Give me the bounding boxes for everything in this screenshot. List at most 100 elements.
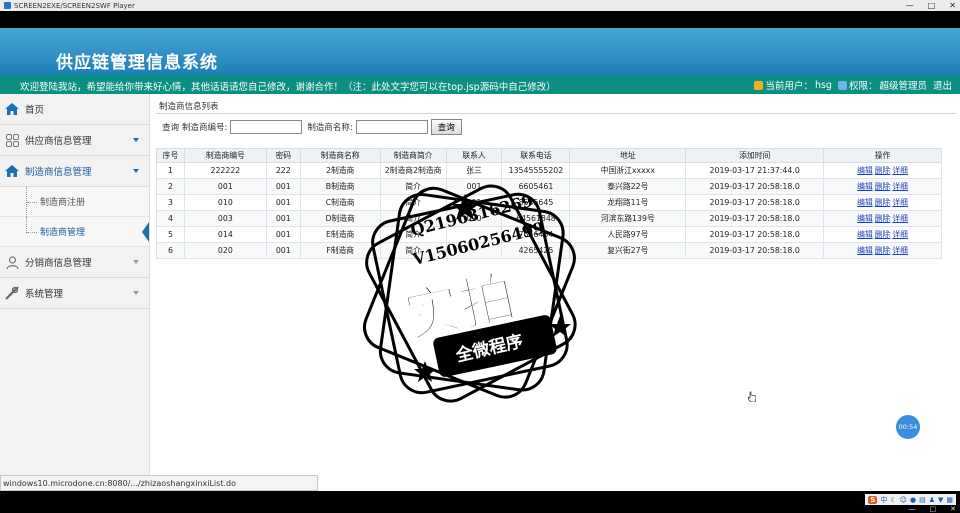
table-cell: 001 (265, 178, 301, 195)
edit-link[interactable]: 编辑 (857, 182, 873, 191)
sidebar-subitem-register[interactable]: 制造商注册 (0, 187, 149, 217)
user-icon (5, 255, 19, 269)
column-header: 序号 (156, 148, 185, 163)
name-input[interactable] (355, 120, 428, 134)
chevron-down-icon (133, 260, 139, 264)
table-cell: 020 (183, 242, 267, 259)
column-header: 联系人 (445, 148, 503, 163)
operation-cell: 编辑 删除 详细 (823, 226, 942, 243)
name-label: 制造商名称: (307, 123, 353, 133)
close-button[interactable]: ✕ (950, 505, 956, 513)
edit-link[interactable]: 编辑 (857, 166, 873, 175)
user-icon: ♟ (928, 495, 935, 504)
role-label: 权限： (848, 81, 878, 92)
chevron-down-icon (133, 138, 139, 142)
detail-link[interactable]: 详细 (892, 230, 908, 239)
close-button[interactable]: ✕ (949, 1, 956, 10)
home-icon (5, 164, 19, 178)
table-cell: 1 (156, 162, 185, 179)
detail-link[interactable]: 详细 (892, 198, 908, 207)
table-cell: 2019-03-17 20:58:18.0 (685, 194, 825, 211)
table-cell: 222222 (183, 162, 267, 179)
table-cell: 2019-03-17 20:58:18.0 (685, 242, 825, 259)
delete-link[interactable]: 删除 (875, 182, 891, 191)
operation-cell: 编辑 删除 详细 (823, 178, 942, 195)
edit-link[interactable]: 编辑 (857, 214, 873, 223)
operation-cell: 编辑 删除 详细 (823, 194, 942, 211)
sidebar-subitem-label: 制造商注册 (40, 198, 86, 208)
table-cell: 2制造商 (299, 162, 381, 179)
table-cell: B制造商 (299, 178, 381, 195)
table-cell: C制造商 (299, 194, 381, 211)
logout-link[interactable]: 退出 (933, 78, 952, 92)
minimize-button[interactable]: — (906, 1, 914, 10)
table-cell: 020 (445, 210, 503, 227)
table-cell: 001 (183, 178, 267, 195)
manufacturer-table: 序号 制造商编号 密码 制造商名称 制造商简介 联系人 联系电话 地址 添加时间… (156, 148, 942, 259)
maximize-button[interactable]: □ (930, 505, 937, 513)
current-user-label: 当前用户： (765, 81, 813, 92)
table-row: 6 020 001 F制造商 简介 4265425 复兴街27号 2019-03-17 20:… (156, 242, 942, 259)
user-icon (754, 80, 764, 90)
tree-line (26, 217, 27, 233)
search-label: 查询 (162, 123, 180, 133)
sidebar-item-supplier[interactable]: 供应商信息管理 (0, 125, 149, 156)
bottom-window-controls: — □ ✕ (909, 505, 957, 513)
table-cell: 河滨东路139号 (569, 210, 687, 227)
browser-status-bar: windows10.microdone.cn:8080/.../zhizaosh… (0, 475, 318, 491)
emoji-icon: ☺ (899, 495, 907, 504)
delete-link[interactable]: 删除 (875, 166, 891, 175)
edit-link[interactable]: 编辑 (857, 246, 873, 255)
moon-icon: ☾ (890, 495, 897, 504)
tools-icon (5, 286, 19, 300)
delete-link[interactable]: 删除 (875, 198, 891, 207)
sidebar-item-system[interactable]: 系统管理 (0, 278, 149, 309)
table-cell: 泰兴路22号 (569, 178, 687, 195)
timer-badge[interactable]: 00:54 (896, 415, 920, 439)
banner: 供应链管理信息系统 (0, 28, 960, 75)
table-cell: 2019-03-17 20:58:18.0 (685, 210, 825, 227)
search-form: 查询 制造商编号: 制造商名称: 查询 (156, 114, 956, 140)
sidebar-item-manufacturer[interactable]: 制造商信息管理 (0, 156, 149, 187)
table-cell: 014 (183, 226, 267, 243)
table-cell: 64561848 (501, 210, 571, 227)
player-app-icon (4, 2, 11, 9)
column-header: 添加时间 (685, 148, 825, 163)
sidebar-item-home[interactable]: 首页 (0, 94, 149, 125)
column-header: 联系电话 (501, 148, 571, 163)
ime-icon[interactable]: S (868, 495, 878, 504)
delete-link[interactable]: 删除 (875, 230, 891, 239)
table-row: 5 014 001 E制造商 简介 7656454 人民路97号 2019-03-17 20:… (156, 226, 942, 243)
detail-link[interactable]: 详细 (892, 166, 908, 175)
detail-link[interactable]: 详细 (892, 182, 908, 191)
minimize-button[interactable]: — (909, 505, 916, 513)
delete-link[interactable]: 删除 (875, 246, 891, 255)
table-header-row: 序号 制造商编号 密码 制造商名称 制造商简介 联系人 联系电话 地址 添加时间… (156, 148, 942, 163)
sidebar-item-distributor[interactable]: 分销商信息管理 (0, 247, 149, 278)
edit-link[interactable]: 编辑 (857, 198, 873, 207)
table-cell: 龙翔路11号 (569, 194, 687, 211)
table-cell: 8545645 (501, 194, 571, 211)
system-title: 供应链管理信息系统 (56, 53, 218, 73)
table-cell: 中国浙江xxxxx (569, 162, 687, 179)
language-indicator[interactable]: 中 (880, 495, 887, 505)
column-header: 密码 (265, 148, 301, 163)
maximize-button[interactable]: □ (928, 1, 936, 10)
table-row: 4 003 001 D制造商 简介 020 64561848 河滨东路139号 2019-03-… (156, 210, 942, 227)
delete-link[interactable]: 删除 (875, 214, 891, 223)
table-row: 3 010 001 C制造商 简介 001 8545645 龙翔路11号 2019-03-17 … (156, 194, 942, 211)
table-cell: 3 (156, 194, 185, 211)
table-cell (445, 226, 503, 243)
sidebar-subitem-manage[interactable]: 制造商管理 (0, 217, 149, 247)
table-cell: 003 (183, 210, 267, 227)
detail-link[interactable]: 详细 (892, 246, 908, 255)
detail-link[interactable]: 详细 (892, 214, 908, 223)
taskbar (0, 491, 960, 513)
edit-link[interactable]: 编辑 (857, 230, 873, 239)
status-url: windows10.microdone.cn:8080/.../zhizaosh… (3, 478, 236, 488)
panel-title: 制造商信息列表 (156, 98, 956, 114)
active-marker (142, 222, 149, 242)
table-cell: 2019-03-17 20:58:18.0 (685, 226, 825, 243)
search-button[interactable]: 查询 (430, 119, 462, 135)
code-input[interactable] (230, 120, 303, 134)
